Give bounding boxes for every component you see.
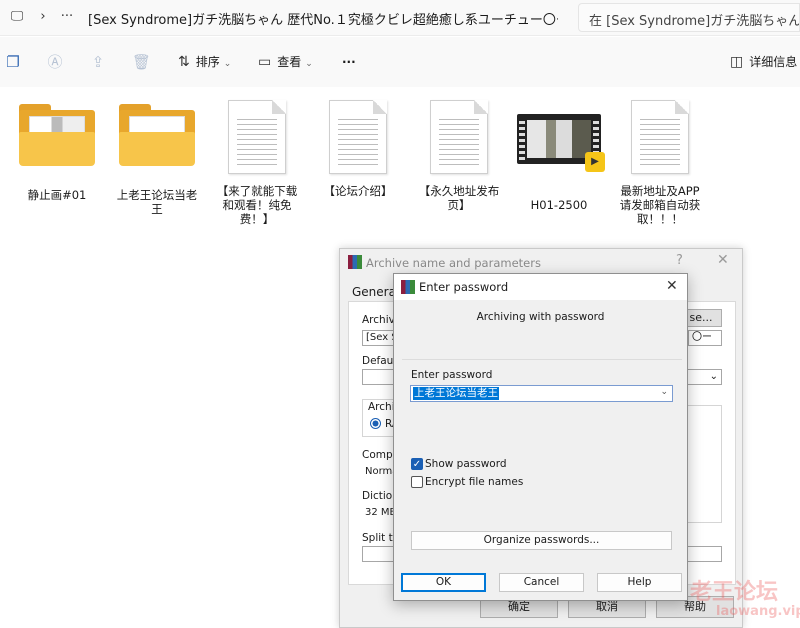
command-bar: ❐ Ⓐ ⇪ 🗑 ⇅ 排序 ⌄ ▭ 查看 ⌄ ··· ◫ 详细信息 — [0, 37, 800, 87]
share-icon[interactable]: ⇪ — [89, 53, 107, 71]
winrar-icon — [348, 255, 362, 269]
ok-button[interactable]: OK — [401, 573, 486, 592]
cancel-button[interactable]: Cancel — [499, 573, 584, 592]
delete-icon[interactable]: 🗑 — [132, 53, 151, 71]
player-badge-icon: ▶ — [585, 152, 605, 172]
chevron-down-icon[interactable]: ⌄ — [660, 387, 668, 397]
view-icon: ▭ — [258, 54, 272, 70]
ellipsis-icon[interactable]: ··· — [58, 8, 76, 26]
winrar-icon — [401, 280, 415, 294]
close-icon[interactable]: ✕ — [666, 278, 678, 294]
file-name: 静止画#01 — [27, 188, 87, 202]
search-input[interactable]: 在 [Sex Syndrome]ガチ洗脳ちゃん/ — [578, 3, 800, 32]
organize-passwords-button[interactable]: Organize passwords... — [411, 531, 672, 550]
details-button[interactable]: ◫ 详细信息 — [730, 53, 797, 71]
show-password-checkbox[interactable]: ✓ — [411, 458, 423, 470]
view-label: 查看 — [277, 55, 302, 69]
show-password-label: Show password — [425, 458, 507, 470]
text-document-icon — [329, 100, 387, 174]
text-document-icon — [430, 100, 488, 174]
details-label: 详细信息 — [749, 55, 798, 69]
text-document-icon — [631, 100, 689, 174]
this-pc-icon[interactable]: 🖵 — [8, 8, 26, 26]
chevron-down-icon: ⌄ — [305, 59, 313, 69]
password-dialog-titlebar: Enter password ✕ — [394, 274, 687, 300]
help-icon[interactable]: ? — [676, 253, 683, 268]
archiving-options-group — [686, 405, 722, 523]
help-button[interactable]: Help — [597, 573, 682, 592]
copy-icon[interactable]: ❐ — [4, 53, 22, 71]
archive-dialog-title: Archive name and parameters — [348, 255, 541, 270]
file-item[interactable]: 静止画#01 — [12, 96, 102, 202]
sort-label: 排序 — [195, 55, 220, 69]
sort-icon: ⇅ — [178, 54, 190, 70]
folder-icon — [19, 104, 95, 166]
file-item[interactable]: 【来了就能下载和观看！纯免费！】 — [212, 96, 302, 226]
file-item[interactable]: 【论坛介绍】 — [313, 96, 403, 198]
folder-icon — [119, 104, 195, 166]
file-item[interactable]: 【永久地址发布页】 — [414, 96, 504, 212]
details-pane-icon: ◫ — [730, 54, 744, 70]
text-document-icon — [228, 100, 286, 174]
password-text: 上老王论坛当老王 — [413, 387, 499, 400]
rename-icon[interactable]: Ⓐ — [46, 53, 64, 71]
encrypt-file-names-label: Encrypt file names — [425, 476, 524, 488]
file-item[interactable]: 上老王论坛当老王 — [112, 96, 202, 216]
breadcrumb-path[interactable]: [Sex Syndrome]ガチ洗脳ちゃん 歴代No.１究極クビレ超絶癒し系ユー… — [88, 9, 558, 28]
chevron-right-icon[interactable]: › — [34, 8, 52, 26]
close-icon[interactable]: ✕ — [717, 252, 729, 268]
enter-password-label: Enter password — [411, 369, 493, 381]
encrypt-file-names-checkbox[interactable] — [411, 476, 423, 488]
file-item[interactable]: ▶ H01-2500 — [514, 96, 605, 212]
video-file-icon: ▶ — [517, 114, 605, 172]
update-mode-select[interactable]: ⌄ — [686, 369, 722, 385]
file-name: 【永久地址发布页】 — [418, 184, 500, 212]
file-name: H01-2500 — [530, 198, 588, 212]
enter-password-dialog: Enter password ✕ Archiving with password… — [393, 273, 688, 601]
archive-name-input-tail[interactable]: 〇ー — [688, 330, 722, 346]
file-item[interactable]: 最新地址及APP请发邮箱自动获取！！！ — [615, 96, 705, 226]
password-dialog-title: Enter password — [419, 280, 509, 294]
sort-button[interactable]: ⇅ 排序 ⌄ — [178, 53, 231, 71]
password-input[interactable]: 上老王论坛当老王 ⌄ — [410, 385, 673, 402]
file-name: 最新地址及APP请发邮箱自动获取！！！ — [619, 184, 701, 226]
watermark-logo: 老王论坛 — [690, 580, 779, 605]
password-dialog-heading: Archiving with password — [476, 311, 605, 323]
chevron-down-icon: ⌄ — [223, 59, 232, 69]
watermark-url: laowang.vip — [716, 604, 800, 619]
file-name: 【来了就能下载和观看！纯免费！】 — [216, 184, 298, 226]
address-bar: 🖵 › ··· [Sex Syndrome]ガチ洗脳ちゃん 歴代No.１究極クビ… — [0, 0, 800, 36]
view-button[interactable]: ▭ 查看 ⌄ — [258, 53, 313, 71]
file-name: 上老王论坛当老王 — [116, 188, 198, 216]
file-name: 【论坛介绍】 — [323, 184, 393, 198]
split-unit-select[interactable] — [686, 546, 722, 562]
rar-radio[interactable] — [370, 418, 381, 429]
more-options-button[interactable]: ··· — [342, 53, 356, 71]
